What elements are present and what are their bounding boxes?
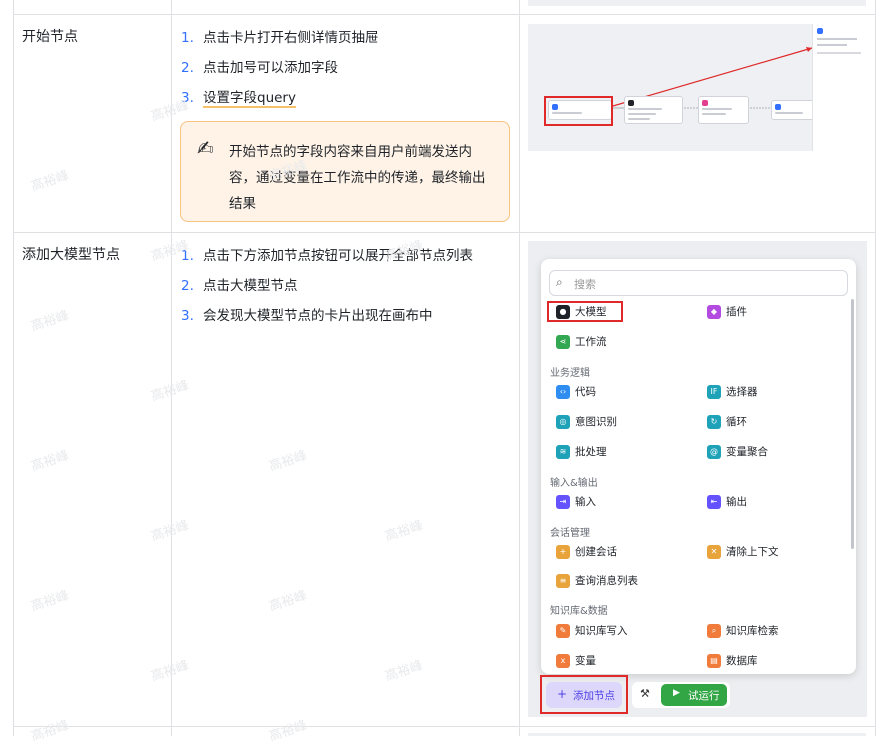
plugin-icon: ◆ xyxy=(707,305,721,319)
group-label: 输入&输出 xyxy=(550,478,598,489)
node-item-code[interactable]: ‹› 代码 xyxy=(556,384,596,400)
search-icon: ⌕ xyxy=(556,275,563,289)
batch-icon: ≋ xyxy=(556,445,570,459)
writing-hand-icon: ✍ xyxy=(197,136,214,160)
node-item-query-messages[interactable]: ≡ 查询消息列表 xyxy=(556,573,638,589)
variable-icon: x xyxy=(556,654,570,668)
node-item-create-session[interactable]: + 创建会话 xyxy=(556,544,617,560)
watermark: 高裕峰 xyxy=(29,718,71,745)
watermark: 高裕峰 xyxy=(149,518,191,545)
play-icon: ▶ xyxy=(673,688,680,698)
end-node-card[interactable] xyxy=(771,100,818,120)
node-menu-screenshot: ⌕ 搜索 ● 大模型 ◆ 插件 ⋖ 工作流 业务逻辑 ‹› 代码 IF 选择器 ◎ 意图识别… xyxy=(528,241,867,717)
search-input[interactable]: ⌕ 搜索 xyxy=(549,270,848,296)
list-item: 1. 点击下方添加节点按钮可以展开全部节点列表 xyxy=(181,248,473,264)
watermark: 高裕峰 xyxy=(29,448,71,475)
kb-search-icon: ⌕ xyxy=(707,624,721,638)
list-item: 2. 点击大模型节点 xyxy=(181,278,298,294)
query-messages-icon: ≡ xyxy=(556,574,570,588)
watermark: 高裕峰 xyxy=(267,588,309,615)
watermark: 高裕峰 xyxy=(383,658,425,685)
row-title-add-llm-node: 添加大模型节点 xyxy=(22,247,120,263)
watermark: 高裕峰 xyxy=(29,588,71,615)
watermark: 高裕峰 xyxy=(267,718,309,745)
callout-box: ✍ 开始节点的字段内容来自用户前端发送内容，通过变量在工作流中的传递，最终输出结… xyxy=(180,121,510,222)
loop-icon: ↻ xyxy=(707,415,721,429)
highlight-start-node xyxy=(544,96,613,126)
row-separator xyxy=(13,14,876,15)
list-item: 2. 点击加号可以添加字段 xyxy=(181,60,338,76)
callout-text: 开始节点的字段内容来自用户前端发送内容，通过变量在工作流中的传递，最终输出结果 xyxy=(229,144,486,212)
workflow-canvas-screenshot xyxy=(528,24,866,151)
row-separator xyxy=(13,232,876,233)
kb-write-icon: ✎ xyxy=(556,624,570,638)
watermark: 高裕峰 xyxy=(149,658,191,685)
node-item-plugin[interactable]: ◆ 插件 xyxy=(707,304,747,320)
node-item-loop[interactable]: ↻ 循环 xyxy=(707,414,747,430)
clear-context-icon: ✕ xyxy=(707,545,721,559)
table-border-left xyxy=(13,0,14,736)
row-separator xyxy=(13,726,876,727)
watermark: 高裕峰 xyxy=(29,168,71,195)
node-item-aggregate[interactable]: @ 变量聚合 xyxy=(707,444,768,460)
node-item-variable[interactable]: x 变量 xyxy=(556,653,596,669)
detail-drawer xyxy=(812,24,866,151)
highlight-llm-item xyxy=(547,301,623,322)
scrollbar[interactable] xyxy=(851,299,854,549)
wrench-icon[interactable]: ⚒ xyxy=(640,687,650,700)
node-item-clear-context[interactable]: ✕ 清除上下文 xyxy=(707,544,779,560)
list-item: 3. 设置字段query xyxy=(181,90,296,108)
table-divider xyxy=(171,0,172,736)
node-item-workflow[interactable]: ⋖ 工作流 xyxy=(556,334,607,350)
row-title-start-node: 开始节点 xyxy=(22,29,78,45)
node-item-selector[interactable]: IF 选择器 xyxy=(707,384,758,400)
create-session-icon: + xyxy=(556,545,570,559)
node-item-kb-write[interactable]: ✎ 知识库写入 xyxy=(556,623,628,639)
intent-icon: ◎ xyxy=(556,415,570,429)
database-icon: ▤ xyxy=(707,654,721,668)
group-label: 会话管理 xyxy=(550,528,590,539)
node-item-batch[interactable]: ≋ 批处理 xyxy=(556,444,607,460)
watermark: 高裕峰 xyxy=(267,448,309,475)
previous-screenshot-remnant xyxy=(528,0,866,6)
if-icon: IF xyxy=(707,385,721,399)
node-item-kb-search[interactable]: ⌕ 知识库检索 xyxy=(707,623,779,639)
list-item: 3. 会发现大模型节点的卡片出现在画布中 xyxy=(181,308,433,324)
group-label: 知识库&数据 xyxy=(550,606,608,617)
watermark: 高裕峰 xyxy=(383,518,425,545)
node-item-output[interactable]: ⇤ 输出 xyxy=(707,494,747,510)
node-item-input[interactable]: ⇥ 输入 xyxy=(556,494,596,510)
llm-node-card[interactable] xyxy=(624,96,683,124)
table-divider xyxy=(519,0,520,736)
watermark: 高裕峰 xyxy=(149,378,191,405)
code-icon: ‹› xyxy=(556,385,570,399)
node-item-intent[interactable]: ◎ 意图识别 xyxy=(556,414,617,430)
workflow-icon: ⋖ xyxy=(556,335,570,349)
table-border-right xyxy=(875,0,876,736)
node-item-database[interactable]: ▤ 数据库 xyxy=(707,653,758,669)
highlight-add-node-button xyxy=(540,675,628,714)
group-label: 业务逻辑 xyxy=(550,368,590,379)
list-item: 1. 点击卡片打开右侧详情页抽屉 xyxy=(181,30,379,46)
canvas-toolbar: ⚒ ▶ 试运行 xyxy=(632,682,730,708)
node-list-panel: ⌕ 搜索 ● 大模型 ◆ 插件 ⋖ 工作流 业务逻辑 ‹› 代码 IF 选择器 ◎ 意图识别… xyxy=(541,259,856,674)
output-icon: ⇤ xyxy=(707,495,721,509)
test-run-button[interactable]: ▶ 试运行 xyxy=(661,684,727,706)
watermark: 高裕峰 xyxy=(29,308,71,335)
aggregate-icon: @ xyxy=(707,445,721,459)
input-icon: ⇥ xyxy=(556,495,570,509)
plugin-node-card[interactable] xyxy=(698,96,749,124)
